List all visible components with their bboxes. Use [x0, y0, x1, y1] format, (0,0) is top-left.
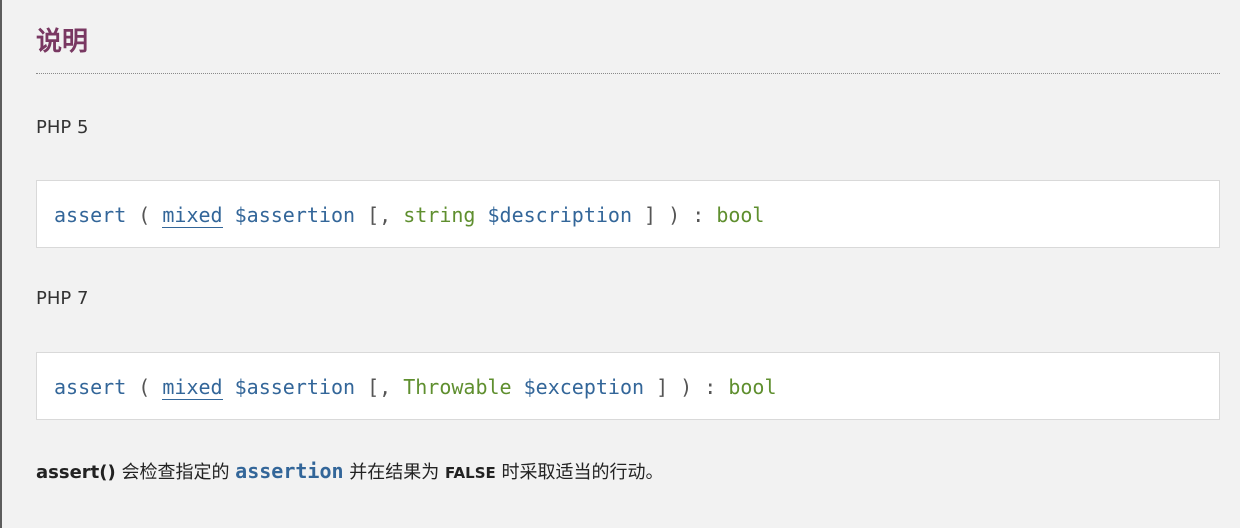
close-signature: ] ) :: [632, 203, 717, 227]
description-text-3: 时采取适当的行动。: [495, 462, 664, 483]
function-name: assert: [54, 375, 127, 399]
type-string: string: [403, 203, 476, 227]
function-name: assert: [54, 203, 127, 227]
type-link-mixed[interactable]: mixed: [162, 375, 223, 400]
param-description: $description: [475, 203, 633, 227]
param-assertion: $assertion: [222, 375, 356, 399]
parameter-ref: assertion: [235, 459, 344, 483]
type-link-mixed[interactable]: mixed: [162, 203, 223, 228]
param-assertion: $assertion: [222, 203, 356, 227]
description-text-1: 会检查指定的: [115, 462, 236, 483]
description-text-2: 并在结果为: [343, 462, 445, 483]
version-label-php5: PHP 5: [36, 117, 89, 138]
open-paren: (: [126, 375, 163, 399]
type-throwable: Throwable: [403, 375, 512, 399]
open-paren: (: [126, 203, 163, 227]
description-paragraph: assert() 会检查指定的 assertion 并在结果为 FALSE 时采…: [36, 456, 663, 488]
return-type: bool: [728, 375, 777, 399]
param-exception: $exception: [511, 375, 645, 399]
method-synopsis-php5: assert ( mixed $assertion [, string $des…: [36, 180, 1220, 248]
title-divider: [36, 73, 1220, 74]
version-label-php7: PHP 7: [36, 288, 89, 309]
left-border: [0, 0, 2, 528]
constant-false: FALSE: [445, 464, 496, 482]
synopsis-line: assert ( mixed $assertion [, Throwable $…: [54, 373, 777, 401]
close-signature: ] ) :: [644, 375, 729, 399]
optional-open: [,: [355, 203, 404, 227]
function-ref: assert(): [36, 462, 116, 483]
method-synopsis-php7: assert ( mixed $assertion [, Throwable $…: [36, 352, 1220, 420]
return-type: bool: [716, 203, 765, 227]
optional-open: [,: [355, 375, 404, 399]
synopsis-line: assert ( mixed $assertion [, string $des…: [54, 201, 764, 229]
section-title: 说明: [36, 27, 89, 57]
